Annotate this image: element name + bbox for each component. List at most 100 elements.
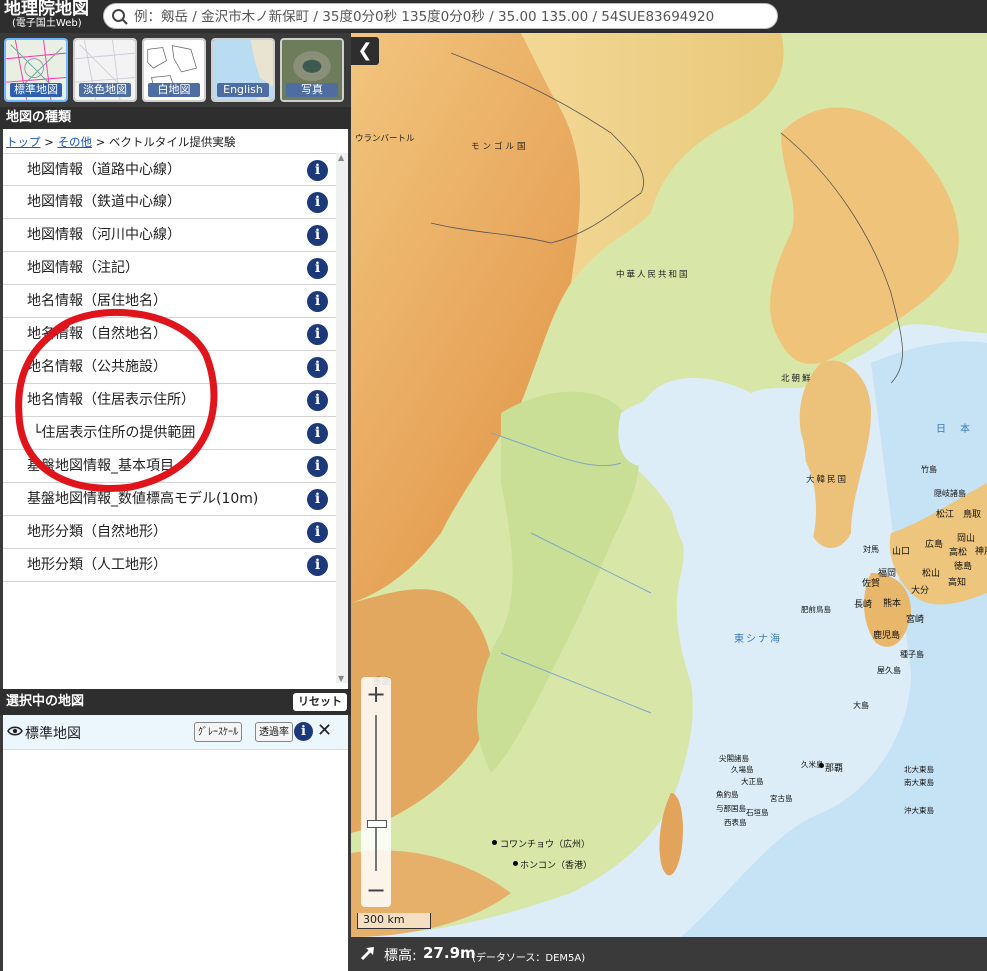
thumb-standard-map[interactable]: 標準地図 (4, 38, 68, 102)
map-label-yamaguchi: 山口 (892, 547, 911, 557)
map-label-matsue: 松江 (936, 510, 955, 520)
map-label-guangzhou: コワンチョウ（広州） (500, 840, 591, 850)
left-panel: 標準地図 淡色地図 白地図 English 写真 地図の種類 トップ > その他… (0, 33, 351, 971)
map-label-hongkong: ホンコン（香港） (520, 861, 593, 871)
breadcrumb-separator: > (95, 135, 106, 149)
map-label-oki: 隠岐諸島 (934, 489, 966, 498)
map-label-minami-daito: 南大東島 (904, 778, 934, 787)
selected-layer-name: 標準地図 (25, 726, 81, 742)
app-subtitle: (電子国土Web) (12, 18, 82, 29)
thumb-blank-map[interactable]: 白地図 (142, 38, 206, 102)
map-label-senkaku: 尖閣諸島 (719, 754, 749, 763)
zoom-in-button[interactable]: + (361, 679, 391, 709)
app-logo[interactable]: 地理院地図 (電子国土Web) (4, 1, 89, 29)
eye-icon[interactable] (7, 725, 23, 737)
thumb-pale-map[interactable]: 淡色地図 (73, 38, 137, 102)
selected-maps-title: 選択中の地図 (6, 694, 85, 709)
search-box[interactable] (103, 3, 778, 29)
breadcrumb-current: ベクトルタイル提供実験 (108, 135, 236, 149)
layer-item-rail-centerline[interactable]: 地図情報（鉄道中心線） i (3, 186, 348, 219)
map-label-matsuyama: 松山 (922, 569, 941, 579)
layer-item-road-centerline[interactable]: 地図情報（道路中心線） i (3, 153, 348, 186)
map-label-ishigaki: 石垣島 (746, 808, 769, 817)
zoom-control: + − (361, 677, 391, 907)
map-label-miyazaki: 宮崎 (906, 615, 925, 625)
map-label-okayama: 岡山 (957, 534, 976, 544)
map-type-panel: 地図の種類 トップ > その他 > ベクトルタイル提供実験 地図情報（道路中心線… (0, 107, 351, 689)
search-input[interactable] (132, 6, 776, 28)
map-label-east-china-sea: 東シナ海 (734, 634, 782, 645)
map-label-kochi: 高知 (948, 578, 967, 588)
info-icon[interactable]: i (307, 324, 328, 345)
breadcrumb-other-link[interactable]: その他 (57, 135, 92, 149)
opacity-button[interactable]: 透過率 (255, 722, 293, 742)
thumb-english-map[interactable]: English (211, 38, 275, 102)
info-icon[interactable]: i (294, 722, 313, 741)
info-icon[interactable]: i (307, 258, 328, 279)
map-label-taisho: 大正島 (741, 777, 764, 786)
info-icon[interactable]: i (307, 522, 328, 543)
zoom-slider-handle[interactable] (367, 820, 387, 828)
map-label-iriomote: 西表島 (724, 818, 747, 827)
reset-button[interactable]: リセット (293, 693, 347, 711)
map-label-oita: 大分 (911, 586, 930, 596)
info-icon[interactable]: i (307, 423, 328, 444)
elevation-bar: 標高: 27.9m (データソース：DEM5A) (351, 937, 987, 971)
map-label-kobe: 神戸 (975, 547, 987, 557)
map-label-tokushima: 徳島 (954, 562, 973, 572)
selected-layer-row[interactable]: 標準地図 ｸﾞﾚｰｽｹｰﾙ 透過率 i ✕ (3, 715, 348, 750)
layer-item-landform-natural[interactable]: 地形分類（自然地形） i (3, 516, 348, 549)
map-label-oki-daito: 沖大東島 (904, 806, 934, 815)
info-icon[interactable]: i (307, 291, 328, 312)
layer-item-label: 地図情報（河川中心線） (27, 227, 181, 243)
info-icon[interactable]: i (307, 357, 328, 378)
map-label-north-korea: 北朝鮮 (781, 374, 813, 384)
layer-item-landform-artificial[interactable]: 地形分類（人工地形） i (3, 549, 348, 582)
map-label-yakushima: 屋久島 (877, 666, 901, 675)
selected-maps-panel: 標準地図 ｸﾞﾚｰｽｹｰﾙ 透過率 i ✕ (3, 715, 348, 971)
map-label-kumamoto: 熊本 (883, 599, 902, 609)
terrain-map[interactable] (351, 33, 987, 937)
breadcrumb: トップ > その他 > ベクトルタイル提供実験 (6, 134, 235, 150)
info-icon[interactable]: i (307, 160, 328, 181)
search-icon[interactable] (111, 8, 129, 26)
map-label-china: 中華人民共和国 (616, 270, 690, 280)
info-icon[interactable]: i (307, 390, 328, 411)
elevation-value: 27.9m (423, 944, 476, 962)
layer-item-river-centerline[interactable]: 地図情報（河川中心線） i (3, 219, 348, 252)
map-label-yonaguni: 与那国島 (716, 804, 746, 813)
map-label-mongolia: モンゴル国 (471, 142, 529, 152)
map-view[interactable]: ウランバートル モンゴル国 中華人民共和国 北朝鮮 大韓民国 日 本 東シナ海 … (351, 33, 987, 937)
layer-list-scrollbar[interactable]: ▲ ▼ (336, 153, 348, 683)
city-dot (513, 861, 518, 866)
thumb-label: English (217, 83, 269, 97)
zoom-slider-track[interactable] (375, 715, 377, 871)
arrow-up-right-icon[interactable] (359, 944, 377, 962)
map-label-ulaanbaatar: ウランバートル (355, 134, 415, 144)
map-label-tottori: 鳥取 (963, 510, 982, 520)
zoom-out-button[interactable]: − (361, 875, 391, 905)
map-label-japan: 日 本 (936, 424, 972, 435)
map-label-south-korea: 大韓民国 (806, 475, 849, 485)
map-label-kume: 久米島 (801, 760, 824, 769)
info-icon[interactable]: i (307, 555, 328, 576)
grayscale-button[interactable]: ｸﾞﾚｰｽｹｰﾙ (194, 722, 242, 742)
map-label-naha: 那覇 (825, 764, 844, 774)
chevron-left-icon[interactable]: ❮ (351, 37, 379, 65)
info-icon[interactable]: i (307, 192, 328, 213)
info-icon[interactable]: i (307, 456, 328, 477)
thumb-label: 写真 (286, 83, 338, 97)
close-icon[interactable]: ✕ (317, 720, 332, 741)
breadcrumb-top-link[interactable]: トップ (6, 135, 41, 149)
layer-item-annotation[interactable]: 地図情報（注記） i (3, 252, 348, 285)
map-label-kumejima: 久場島 (731, 765, 754, 774)
scroll-down-icon[interactable]: ▼ (338, 674, 344, 683)
layer-item-label: 地形分類（人工地形） (27, 557, 167, 573)
map-label-okinawa: 大島 (853, 701, 869, 710)
scroll-up-icon[interactable]: ▲ (338, 153, 344, 162)
info-icon[interactable]: i (307, 225, 328, 246)
map-label-miyako: 宮古島 (770, 794, 793, 803)
info-icon[interactable]: i (307, 489, 328, 510)
thumb-photo-map[interactable]: 写真 (280, 38, 344, 102)
layer-item-label: 地形分類（自然地形） (27, 524, 167, 540)
